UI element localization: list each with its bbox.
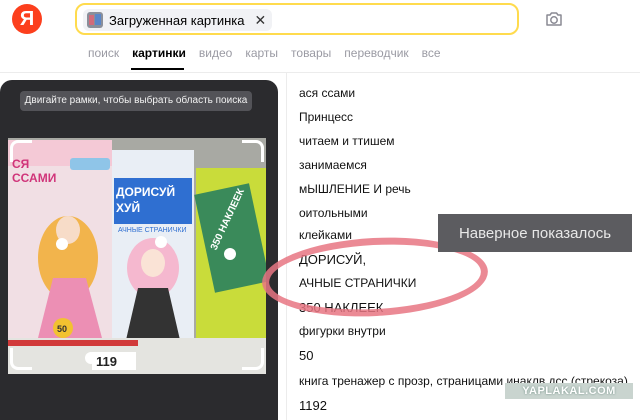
crop-corner-bottom-left[interactable] <box>10 348 32 370</box>
photo-price: 119 <box>96 354 117 369</box>
crop-corner-top-right[interactable] <box>242 140 264 162</box>
tab-video[interactable]: видео <box>199 46 232 60</box>
camera-icon[interactable] <box>544 9 564 29</box>
search-bar[interactable]: Загруженная картинка ✕ <box>75 3 519 35</box>
tab-translator[interactable]: переводчик <box>344 46 408 60</box>
yandex-logo[interactable]: Я <box>12 4 42 34</box>
crop-handle-bottom[interactable] <box>85 352 97 364</box>
close-icon[interactable]: ✕ <box>254 12 266 29</box>
crop-handle-center[interactable] <box>155 236 167 248</box>
active-tab-underline <box>131 68 184 70</box>
crop-hint: Двигайте рамки, чтобы выбрать область по… <box>20 91 252 111</box>
crop-handle-right[interactable] <box>224 248 236 260</box>
uploaded-image-label: Загруженная картинка <box>109 12 245 28</box>
recognized-line[interactable]: Принцесс <box>299 110 353 124</box>
tab-maps[interactable]: карты <box>245 46 278 60</box>
recognized-line[interactable]: занимаемся <box>299 158 367 172</box>
tab-products[interactable]: товары <box>291 46 331 60</box>
recognized-line[interactable]: ася ссами <box>299 86 355 100</box>
recognized-line[interactable]: мЫШЛЕНИЕ И речь <box>299 182 411 196</box>
overlay-caption: Наверное показалось <box>438 214 632 252</box>
tab-all[interactable]: все <box>422 46 441 60</box>
uploaded-image-chip[interactable]: Загруженная картинка ✕ <box>83 9 273 31</box>
search-tabs: поиск картинки видео карты товары перево… <box>88 46 441 60</box>
photo-text: ССАМИ <box>12 171 56 185</box>
recognized-line[interactable]: 50 <box>299 348 313 363</box>
tab-search[interactable]: поиск <box>88 46 119 60</box>
recognized-line[interactable]: читаем и ттишем <box>299 134 395 148</box>
photo-text: ДОРИСУЙ <box>116 184 175 199</box>
photo-text: ХУЙ <box>116 200 140 215</box>
photo-text: АЧНЫЕ СТРАНИЧКИ <box>118 227 186 234</box>
watermark: YAPLAKAL.COM <box>505 383 633 399</box>
crop-corner-bottom-right[interactable] <box>242 348 264 370</box>
tab-images[interactable]: картинки <box>132 46 186 60</box>
recognized-line[interactable]: фигурки внутри <box>299 324 386 338</box>
crop-corner-top-left[interactable] <box>10 140 32 162</box>
recognized-line[interactable]: 1192 <box>299 398 327 413</box>
photo-text: 50 <box>57 324 67 334</box>
recognized-line[interactable]: оитольными <box>299 206 368 220</box>
crop-handle-left[interactable] <box>56 238 68 250</box>
uploaded-image-thumbnail <box>87 12 103 28</box>
